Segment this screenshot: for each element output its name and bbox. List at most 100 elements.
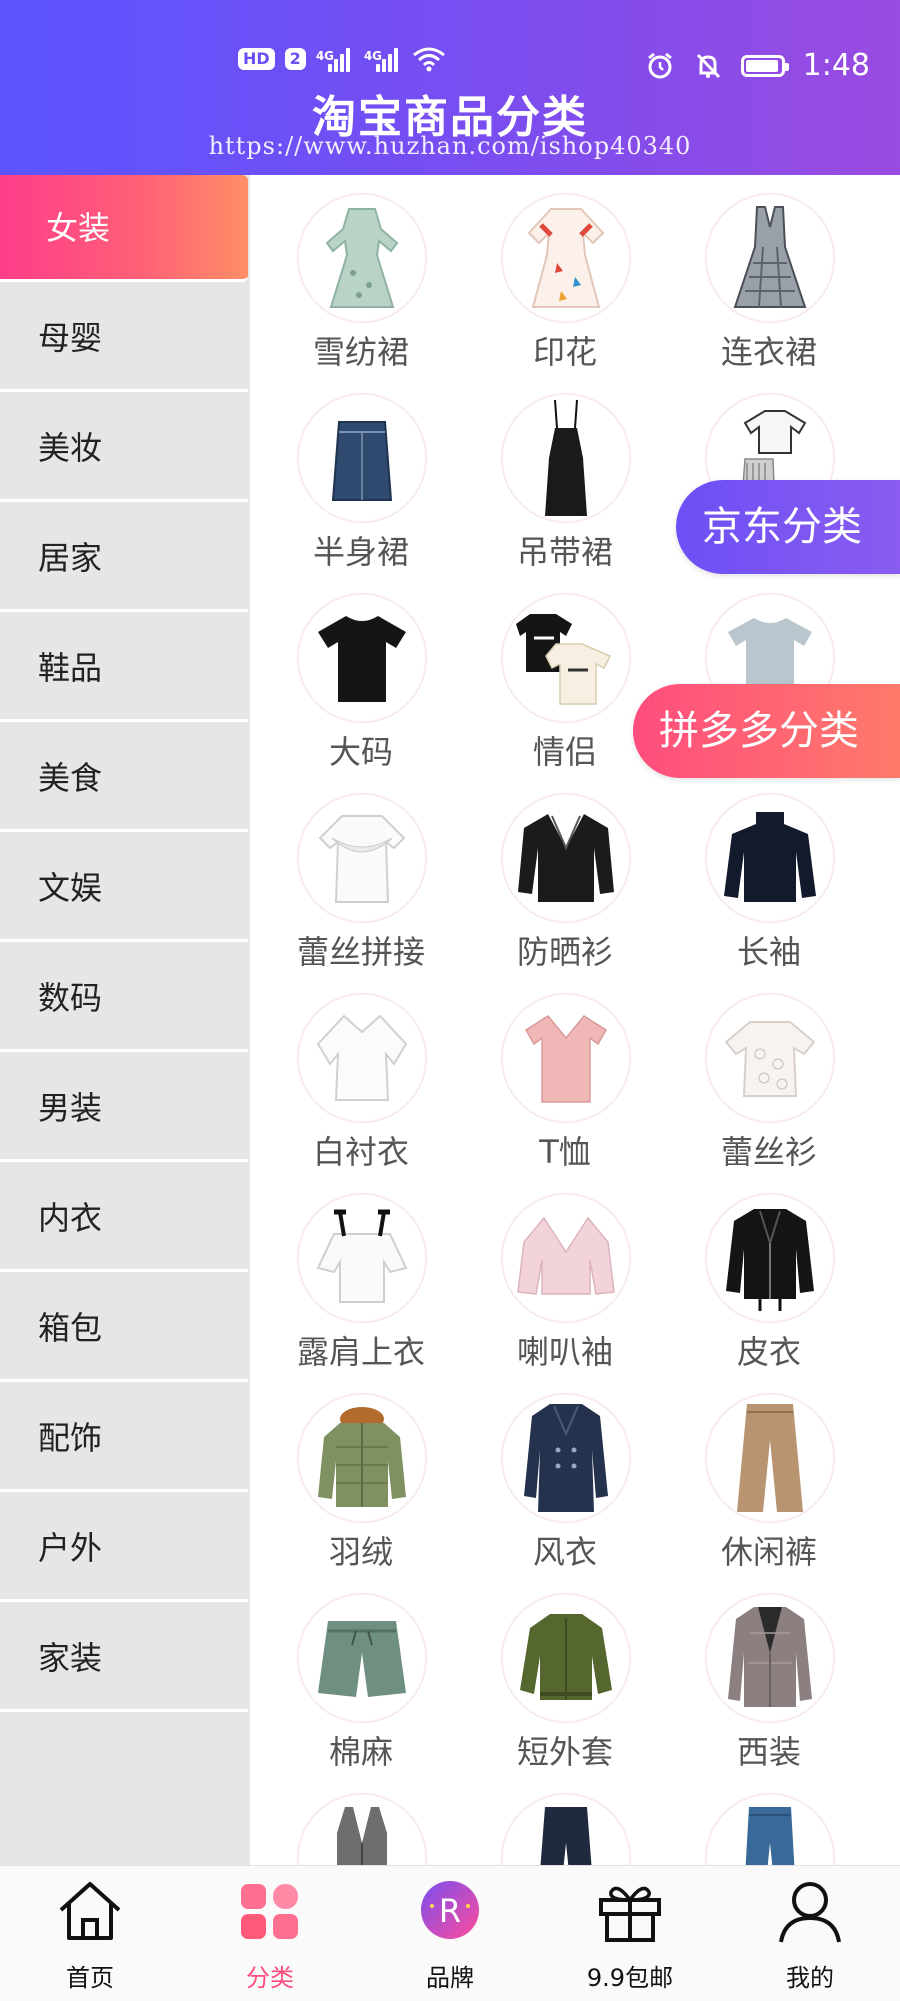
tab-brand[interactable]: R 品牌: [360, 1866, 540, 2001]
grid-item-label: 喇叭袖: [516, 1333, 613, 1371]
gift-icon: [599, 1886, 661, 1942]
svg-text:R: R: [439, 1892, 461, 1930]
tab-mine[interactable]: 我的: [720, 1866, 900, 2001]
wifi-icon: [412, 47, 445, 72]
dress-icon: [705, 193, 835, 323]
pdd-category-label: 拼多多分类: [659, 708, 859, 754]
category-icon: [241, 1884, 298, 1939]
grid-item-lace-shirt[interactable]: 蕾丝衫: [658, 975, 858, 1175]
down-coat-icon: [297, 1393, 427, 1523]
user-icon: [779, 1882, 841, 1943]
sidebar-item-label: 美食: [38, 759, 103, 797]
grid-item-couple[interactable]: 情侣: [454, 575, 654, 775]
grid-item-short-jacket[interactable]: 短外套: [454, 1575, 654, 1775]
sidebar-item-home[interactable]: 居家: [0, 505, 248, 612]
grid-item-off-shoulder[interactable]: 露肩上衣: [250, 1175, 450, 1375]
tab-label: 首页: [66, 1964, 114, 1992]
sidebar-item-label: 户外: [38, 1529, 103, 1567]
pdd-category-button[interactable]: 拼多多分类: [633, 684, 900, 778]
sun-shirt-icon: [501, 793, 631, 923]
alarm-icon: [647, 52, 672, 79]
status-bar: HD 2 4G 4G 1:48: [0, 46, 900, 86]
grid-item-label: 雪纺裙: [312, 333, 409, 371]
sidebar-item-bags[interactable]: 箱包: [0, 1275, 248, 1382]
grid-item-down[interactable]: 羽绒: [250, 1375, 450, 1575]
grid-item-sun-shirt[interactable]: 防晒衫: [454, 775, 654, 975]
sidebar-item-food[interactable]: 美食: [0, 725, 248, 832]
tab-label: 品牌: [426, 1964, 474, 1992]
blazer-icon: [705, 1593, 835, 1723]
tshirt-icon: [297, 593, 427, 723]
grid-item-leather-jacket[interactable]: 皮衣: [658, 1175, 858, 1375]
grid-item-label: 长袖: [736, 933, 801, 971]
grid-item-flare-sleeve[interactable]: 喇叭袖: [454, 1175, 654, 1375]
grid-item-chiffon-dress[interactable]: 雪纺裙: [250, 175, 450, 375]
bomber-icon: [501, 1593, 631, 1723]
grid-item-casual-pants[interactable]: 休闲裤: [658, 1375, 858, 1575]
slip-dress-icon: [501, 393, 631, 523]
grid-item-slip-dress[interactable]: 吊带裙: [454, 375, 654, 575]
grid-item-suit[interactable]: 西装: [658, 1575, 858, 1775]
sidebar-item-label: 数码: [38, 979, 103, 1017]
skirt-icon: [297, 393, 427, 523]
sidebar-item-label: 配饰: [38, 1419, 103, 1457]
sidebar-item-underwear[interactable]: 内衣: [0, 1165, 248, 1272]
grid-item-plus-size[interactable]: 大码: [250, 575, 450, 775]
grid-item-cotton-linen[interactable]: 棉麻: [250, 1575, 450, 1775]
grid-item-label: 蕾丝衫: [720, 1133, 817, 1171]
grid-item-lace-splice[interactable]: 蕾丝拼接: [250, 775, 450, 975]
sidebar-item-women[interactable]: 女装: [0, 175, 248, 282]
sidebar-item-baby[interactable]: 母婴: [0, 285, 248, 392]
trousers-icon: [501, 1793, 631, 1865]
grid-item-label: 棉麻: [328, 1733, 393, 1771]
grid-item-label: 露肩上衣: [296, 1333, 425, 1371]
sidebar-item-digital[interactable]: 数码: [0, 945, 248, 1052]
sim-badge: 2: [284, 48, 306, 70]
grid-item-label: 防晒衫: [516, 933, 613, 971]
tab-category[interactable]: 分类: [180, 1866, 360, 2001]
tab-free-shipping[interactable]: 9.9包邮: [540, 1866, 720, 2001]
sidebar-item-label: 男装: [38, 1089, 103, 1127]
subcategory-grid: 雪纺裙 印花 连衣裙 半身裙 吊带裙 大码 情侣 蕾丝拼接 防晒衫 长袖 白衬衣…: [250, 175, 900, 1865]
grid-item-skirt[interactable]: 半身裙: [250, 375, 450, 575]
grid-item-print[interactable]: 印花: [454, 175, 654, 375]
tab-label: 9.9包邮: [586, 1964, 674, 1992]
watermark-text: https://www.huzhan.com/ishop40340: [208, 132, 692, 160]
sidebar-item-label: 居家: [38, 539, 103, 577]
grid-item-dress[interactable]: 连衣裙: [658, 175, 858, 375]
category-sidebar: 女装 母婴 美妆 居家 鞋品 美食 文娱 数码 男装 内衣 箱包 配饰 户外 家…: [0, 175, 250, 1865]
grid-item-label: 半身裙: [312, 533, 409, 571]
flare-sleeve-icon: [501, 1193, 631, 1323]
grid-item-white-shirt[interactable]: 白衬衣: [250, 975, 450, 1175]
grid-item-vest[interactable]: [250, 1775, 450, 1865]
sidebar-item-label: 箱包: [38, 1309, 103, 1347]
off-shoulder-icon: [297, 1193, 427, 1323]
sidebar-item-label: 母婴: [38, 319, 103, 357]
jd-category-label: 京东分类: [702, 504, 862, 550]
grid-item-t-shirt[interactable]: T恤: [454, 975, 654, 1175]
grid-item-jeans[interactable]: [658, 1775, 858, 1865]
grid-item-label: 短外套: [516, 1733, 613, 1771]
tab-label: 分类: [246, 1964, 294, 1992]
sidebar-item-beauty[interactable]: 美妆: [0, 395, 248, 502]
sidebar-item-entertainment[interactable]: 文娱: [0, 835, 248, 942]
sidebar-item-accessories[interactable]: 配饰: [0, 1385, 248, 1492]
home-icon: [59, 1882, 121, 1940]
sidebar-item-decor[interactable]: 家装: [0, 1605, 248, 1712]
grid-item-trousers[interactable]: [454, 1775, 654, 1865]
jd-category-button[interactable]: 京东分类: [676, 480, 900, 574]
sidebar-item-label: 女装: [46, 209, 111, 247]
tab-home[interactable]: 首页: [0, 1866, 180, 2001]
lace-top-icon: [297, 793, 427, 923]
sidebar-item-label: 文娱: [38, 869, 103, 907]
tab-label: 我的: [786, 1964, 834, 1992]
grid-item-trench[interactable]: 风衣: [454, 1375, 654, 1575]
hd-badge: HD: [238, 48, 275, 70]
clock-time: 1:48: [802, 48, 870, 83]
leather-jacket-icon: [705, 1193, 835, 1323]
grid-item-long-sleeve[interactable]: 长袖: [658, 775, 858, 975]
sidebar-item-men[interactable]: 男装: [0, 1055, 248, 1162]
bottom-tab-bar: 首页 分类 R 品牌 9.9包邮 我的: [0, 1865, 900, 2001]
sidebar-item-shoes[interactable]: 鞋品: [0, 615, 248, 722]
sidebar-item-outdoor[interactable]: 户外: [0, 1495, 248, 1602]
